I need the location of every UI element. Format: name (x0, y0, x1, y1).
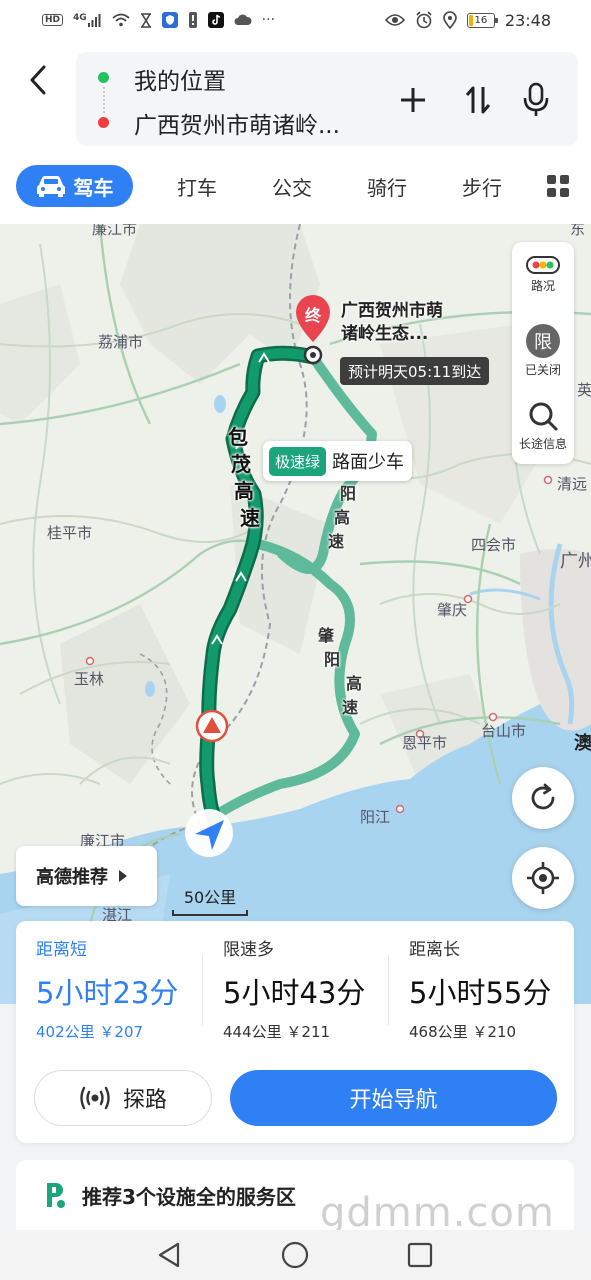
play-arrow-icon (119, 870, 127, 882)
hd-badge: HD (42, 14, 64, 26)
wifi-icon (112, 13, 130, 27)
destination-dot (98, 117, 109, 128)
place-label: 清远 (557, 475, 588, 493)
system-nav-bar (0, 1230, 591, 1280)
car-icon (36, 176, 65, 197)
place-label: 英 (577, 381, 591, 399)
place-label: 肇庆 (437, 601, 468, 619)
grid-icon (547, 175, 569, 197)
add-waypoint-button[interactable] (391, 78, 435, 122)
traffic-toggle-button[interactable]: 路况 (512, 256, 574, 294)
tab-taxi[interactable]: 打车 (172, 165, 222, 207)
route-option[interactable]: 限速多 5小时43分 444公里 ￥211 (223, 935, 399, 1042)
destination-marker-text: 终 (304, 306, 321, 325)
origin-field[interactable]: 我的位置 (134, 62, 226, 96)
divider (202, 955, 203, 1025)
place-label: 台山市 (481, 722, 527, 740)
highway-label-alt1: 阳 高 速 (328, 484, 357, 551)
battery-icon: 16 (466, 12, 498, 28)
place-label: 玉林 (74, 670, 105, 688)
triangle-back-icon (158, 1242, 180, 1268)
alert-icon (188, 12, 197, 28)
plus-icon (401, 88, 425, 112)
divider (388, 955, 389, 1025)
traffic-tag[interactable]: 极速绿 路面少车 (263, 441, 413, 481)
refresh-icon (531, 783, 555, 810)
hourglass-icon (140, 12, 151, 28)
origin-dot (98, 72, 109, 83)
restriction-button[interactable]: 限 已关闭 (512, 324, 574, 378)
restriction-icon: 限 (526, 324, 560, 358)
tab-cycling[interactable]: 骑行 (362, 165, 412, 207)
shield-app-icon (161, 12, 178, 28)
broadcast-icon (80, 1086, 110, 1110)
place-label: 荔浦市 (98, 333, 144, 351)
destination-field[interactable]: 广西贺州市萌诸岭... (134, 106, 340, 140)
transport-mode-tabs: 驾车 打车 公交 骑行 步行 (0, 160, 591, 212)
tab-walking[interactable]: 步行 (457, 165, 507, 207)
locate-crosshair-icon (527, 862, 559, 894)
highway-label-main: 包 茂 高 速 (228, 425, 260, 530)
place-label: 四会市 (471, 536, 517, 554)
explore-route-button[interactable]: 探路 (34, 1070, 212, 1126)
circle-home-icon (281, 1241, 309, 1269)
status-left-icons: HD 4G ··· (42, 12, 275, 28)
place-label: 澳 (574, 733, 591, 754)
cloud-icon (234, 14, 252, 25)
voice-input-button[interactable] (514, 78, 558, 122)
start-navigation-button[interactable]: 开始导航 (230, 1070, 557, 1126)
route-option[interactable]: 距离长 5小时55分 468公里 ￥210 (409, 935, 585, 1042)
place-label: 广州 (560, 551, 591, 572)
place-label: 东 (570, 224, 586, 238)
place-label: 阳江 (360, 808, 391, 826)
eye-icon (384, 14, 405, 26)
microphone-icon (523, 82, 549, 116)
4g-signal-icon: 4G (73, 13, 102, 27)
eta-badge: 预计明天05:11到达 (340, 357, 490, 385)
place-label: 廉江市 (92, 224, 138, 238)
tab-transit[interactable]: 公交 (267, 165, 317, 207)
tab-drive[interactable]: 驾车 (16, 165, 133, 207)
scale-bar (172, 910, 248, 916)
traffic-status-text: 路面少车 (332, 452, 405, 473)
battery-level-fill (468, 14, 474, 26)
recommend-button[interactable]: 高德推荐 (16, 846, 157, 906)
route-input-box: 我的位置 广西贺州市萌诸岭... (76, 52, 578, 146)
status-bar: HD 4G ··· 16 23:48 (0, 0, 591, 40)
back-button[interactable] (18, 58, 58, 102)
refresh-route-button[interactable] (512, 767, 574, 829)
destination-label[interactable]: 广西贺州市萌 诸岭生态... (341, 300, 443, 346)
route-connector (102, 87, 105, 113)
square-recents-icon (407, 1242, 433, 1268)
route-options-card: 距离短 5小时23分 402公里 ￥207 限速多 5小时43分 444公里 ￥… (16, 921, 574, 1143)
route-header: 我的位置 广西贺州市萌诸岭... 驾车 打车 公交 骑行 步行 (0, 40, 591, 226)
map-side-panel: 路况 限 已关闭 长途信息 (512, 242, 574, 464)
traffic-status-badge: 极速绿 (269, 446, 327, 476)
long-trip-info-button[interactable]: 长途信息 (512, 400, 574, 452)
place-label: 桂平市 (47, 524, 93, 542)
map-scale: 50公里 (172, 884, 248, 916)
tiktok-icon (207, 12, 224, 28)
back-arrow-icon (30, 65, 46, 95)
route-option[interactable]: 距离短 5小时23分 402公里 ￥207 (36, 935, 212, 1042)
map-view[interactable]: 廉江市 荔浦市 桂平市 玉林 廉江市 湛江 四会市 广州 肇庆 台山市 恩平市 … (0, 224, 591, 1004)
clock: 23:48 (504, 10, 551, 30)
more-status-icon: ··· (261, 12, 276, 28)
search-icon (529, 402, 558, 431)
traffic-light-icon (526, 256, 560, 274)
swap-route-button[interactable] (456, 78, 500, 122)
nav-recents-button[interactable] (397, 1232, 443, 1278)
more-modes-button[interactable] (540, 165, 576, 207)
alarm-icon (416, 11, 432, 29)
nav-home-button[interactable] (272, 1232, 318, 1278)
swap-icon (465, 86, 491, 114)
place-label: 恩平市 (402, 734, 448, 752)
nav-back-button[interactable] (146, 1232, 192, 1278)
highway-label-alt2: 肇 阳 高 速 (318, 626, 363, 717)
parking-service-icon (47, 1183, 65, 1208)
locate-me-button[interactable] (512, 847, 574, 909)
location-status-icon (443, 11, 457, 29)
